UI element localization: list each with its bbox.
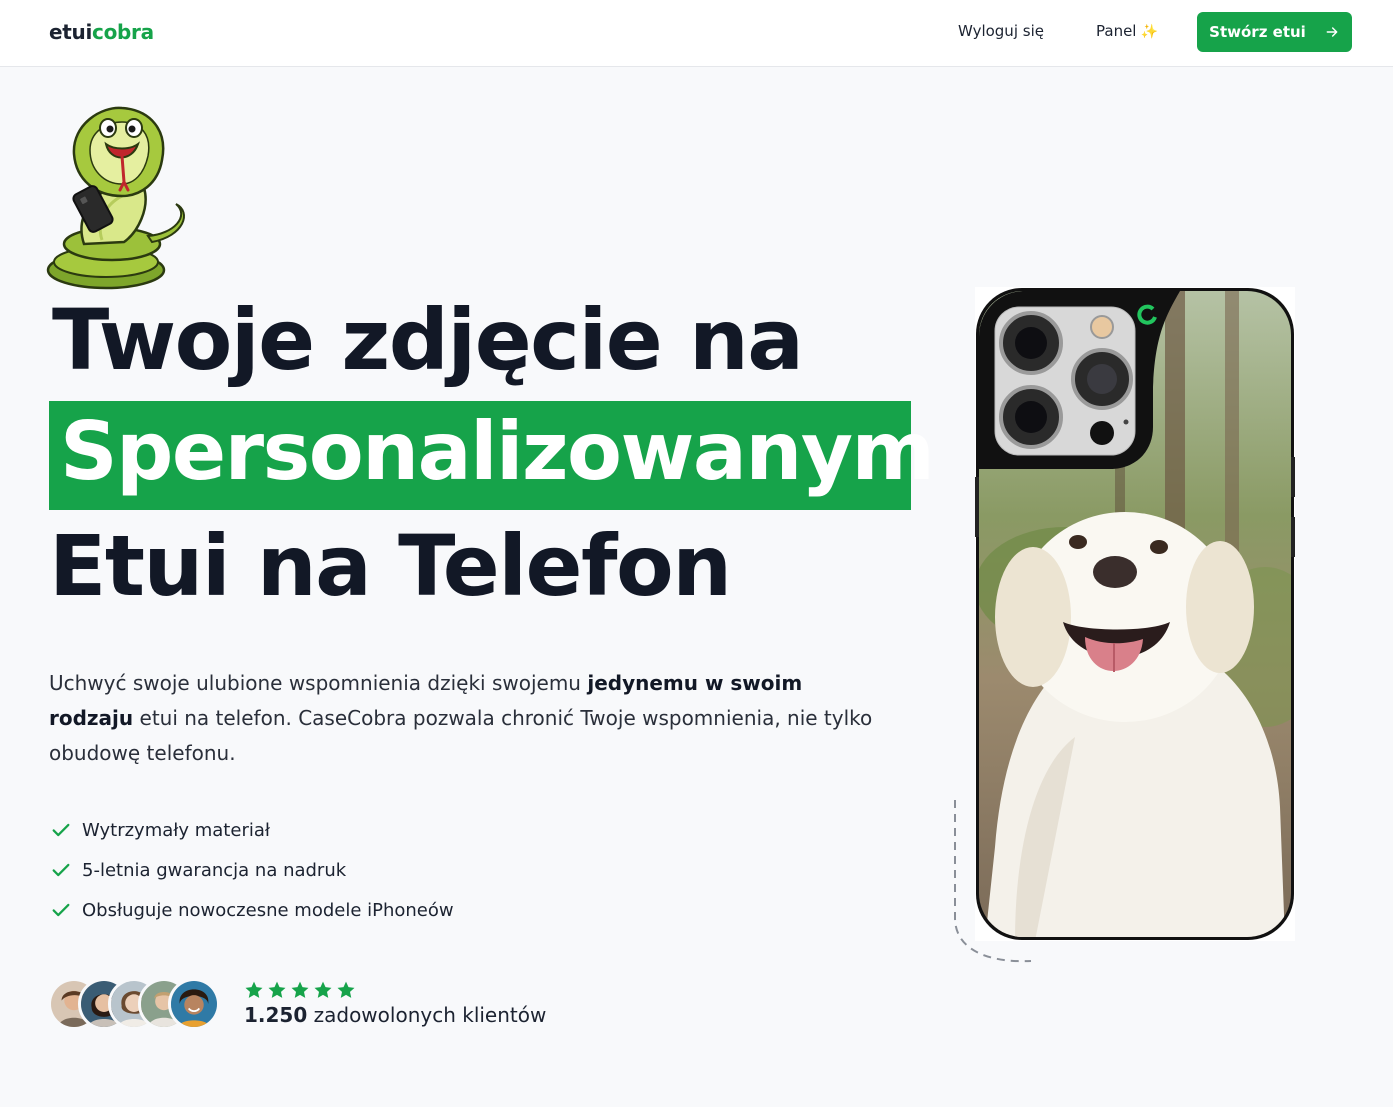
customer-avatars bbox=[48, 978, 223, 1032]
headline-line-3: Etui na Telefon bbox=[49, 517, 732, 615]
rating-stars bbox=[244, 980, 356, 1000]
create-case-label: Stwórz etui bbox=[1209, 23, 1306, 41]
panel-link[interactable]: Panel ✨ bbox=[1096, 22, 1158, 40]
logo[interactable]: etuicobra bbox=[49, 20, 154, 44]
phone-case-preview bbox=[975, 287, 1295, 941]
phone-case-image bbox=[975, 288, 1295, 940]
lead-part-2: etui na telefon. CaseCobra pozwala chron… bbox=[49, 706, 873, 765]
snake-mascot-image bbox=[46, 106, 185, 290]
sparkle-icon: ✨ bbox=[1140, 24, 1158, 40]
arrow-right-icon bbox=[1326, 27, 1338, 37]
star-icon bbox=[245, 981, 263, 998]
check-icon bbox=[52, 903, 70, 917]
feature-label: Wytrzymały materiał bbox=[82, 819, 270, 841]
feature-list: Wytrzymały materiał 5-letnia gwarancja n… bbox=[50, 810, 454, 930]
lead-paragraph: Uchwyć swoje ulubione wspomnienia dzięki… bbox=[49, 666, 879, 771]
feature-item: Wytrzymały materiał bbox=[50, 810, 454, 850]
star-icon bbox=[268, 981, 286, 998]
lead-part-1: Uchwyć swoje ulubione wspomnienia dzięki… bbox=[49, 671, 588, 695]
star-icon bbox=[314, 981, 332, 998]
create-case-button[interactable]: Stwórz etui bbox=[1197, 12, 1352, 52]
star-icon bbox=[291, 981, 309, 998]
feature-item: Obsługuje nowoczesne modele iPhoneów bbox=[50, 890, 454, 930]
avatar bbox=[168, 978, 220, 1030]
panel-label: Panel bbox=[1096, 22, 1137, 40]
feature-label: Obsługuje nowoczesne modele iPhoneów bbox=[82, 899, 454, 921]
star-icon bbox=[337, 981, 355, 998]
customers-count-text: 1.250 zadowolonych klientów bbox=[244, 1003, 546, 1027]
logo-part-1: etui bbox=[49, 20, 93, 44]
logo-part-2: cobra bbox=[92, 20, 154, 44]
feature-item: 5-letnia gwarancja na nadruk bbox=[50, 850, 454, 890]
headline-highlight: Spersonalizowanym bbox=[60, 405, 935, 498]
navbar: etuicobra Wyloguj się Panel ✨ Stwórz etui bbox=[0, 0, 1393, 67]
logout-link[interactable]: Wyloguj się bbox=[958, 22, 1044, 40]
headline-line-1: Twoje zdjęcie na bbox=[52, 291, 804, 389]
check-icon bbox=[52, 823, 70, 837]
feature-label: 5-letnia gwarancja na nadruk bbox=[82, 859, 347, 881]
customers-label: zadowolonych klientów bbox=[313, 1003, 547, 1027]
customers-count: 1.250 bbox=[244, 1003, 308, 1027]
check-icon bbox=[52, 863, 70, 877]
